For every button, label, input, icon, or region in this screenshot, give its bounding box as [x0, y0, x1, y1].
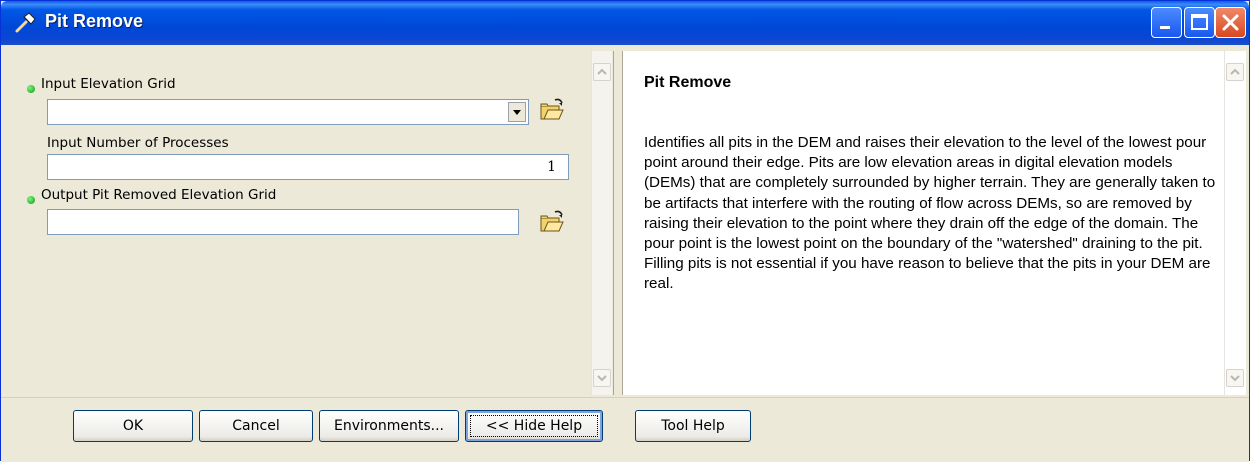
chevron-down-icon	[597, 375, 607, 382]
help-pane: Pit Remove Identifies all pits in the DE…	[622, 51, 1246, 395]
cancel-button[interactable]: Cancel	[199, 410, 313, 442]
minimize-icon	[1160, 26, 1170, 29]
chevron-down-icon	[513, 110, 521, 115]
input-elevation-grid-label: Input Elevation Grid	[41, 76, 176, 92]
open-folder-icon	[540, 210, 564, 232]
input-elevation-grid-combo[interactable]	[47, 99, 529, 125]
tool-help-button[interactable]: Tool Help	[635, 410, 751, 442]
output-grid-label: Output Pit Removed Elevation Grid	[41, 187, 277, 203]
environments-button[interactable]: Environments...	[319, 410, 459, 442]
focus-indicator	[470, 415, 598, 437]
chevron-up-icon	[1230, 68, 1240, 75]
scroll-down-button[interactable]	[1226, 369, 1244, 387]
hammer-icon	[13, 11, 37, 35]
browse-input-button[interactable]	[535, 95, 567, 127]
help-description: Identifies all pits in the DEM and raise…	[644, 134, 1216, 293]
button-bar: OK Cancel Environments... << Hide Help T…	[1, 397, 1249, 462]
minimize-button[interactable]	[1151, 7, 1182, 38]
scroll-up-button[interactable]	[1226, 63, 1244, 81]
scroll-up-button[interactable]	[593, 63, 611, 81]
parameters-scrollbar[interactable]	[591, 51, 612, 395]
close-icon	[1222, 14, 1239, 31]
required-indicator-icon	[27, 196, 35, 204]
title-bar[interactable]: Pit Remove	[1, 1, 1249, 45]
chevron-down-icon	[1230, 375, 1240, 382]
open-folder-icon	[540, 98, 564, 120]
input-number-processes-field[interactable]: 1	[47, 154, 569, 180]
help-scrollbar[interactable]	[1224, 51, 1245, 395]
maximize-button[interactable]	[1184, 7, 1215, 38]
dropdown-button[interactable]	[508, 102, 526, 122]
parameters-pane: Input Elevation Grid Input Number of Pro…	[9, 51, 614, 395]
required-indicator-icon	[27, 85, 35, 93]
hide-help-button[interactable]: << Hide Help	[465, 410, 603, 442]
output-grid-field[interactable]	[47, 209, 519, 235]
scroll-down-button[interactable]	[593, 369, 611, 387]
close-button[interactable]	[1215, 7, 1246, 38]
pit-remove-window: Pit Remove Input Elevation Grid Input Nu…	[0, 0, 1250, 462]
browse-output-button[interactable]	[535, 207, 567, 239]
ok-button[interactable]: OK	[73, 410, 193, 442]
window-title: Pit Remove	[45, 11, 144, 31]
input-number-processes-label: Input Number of Processes	[47, 135, 229, 151]
maximize-icon	[1191, 14, 1208, 30]
help-title: Pit Remove	[644, 74, 732, 91]
chevron-up-icon	[597, 68, 607, 75]
